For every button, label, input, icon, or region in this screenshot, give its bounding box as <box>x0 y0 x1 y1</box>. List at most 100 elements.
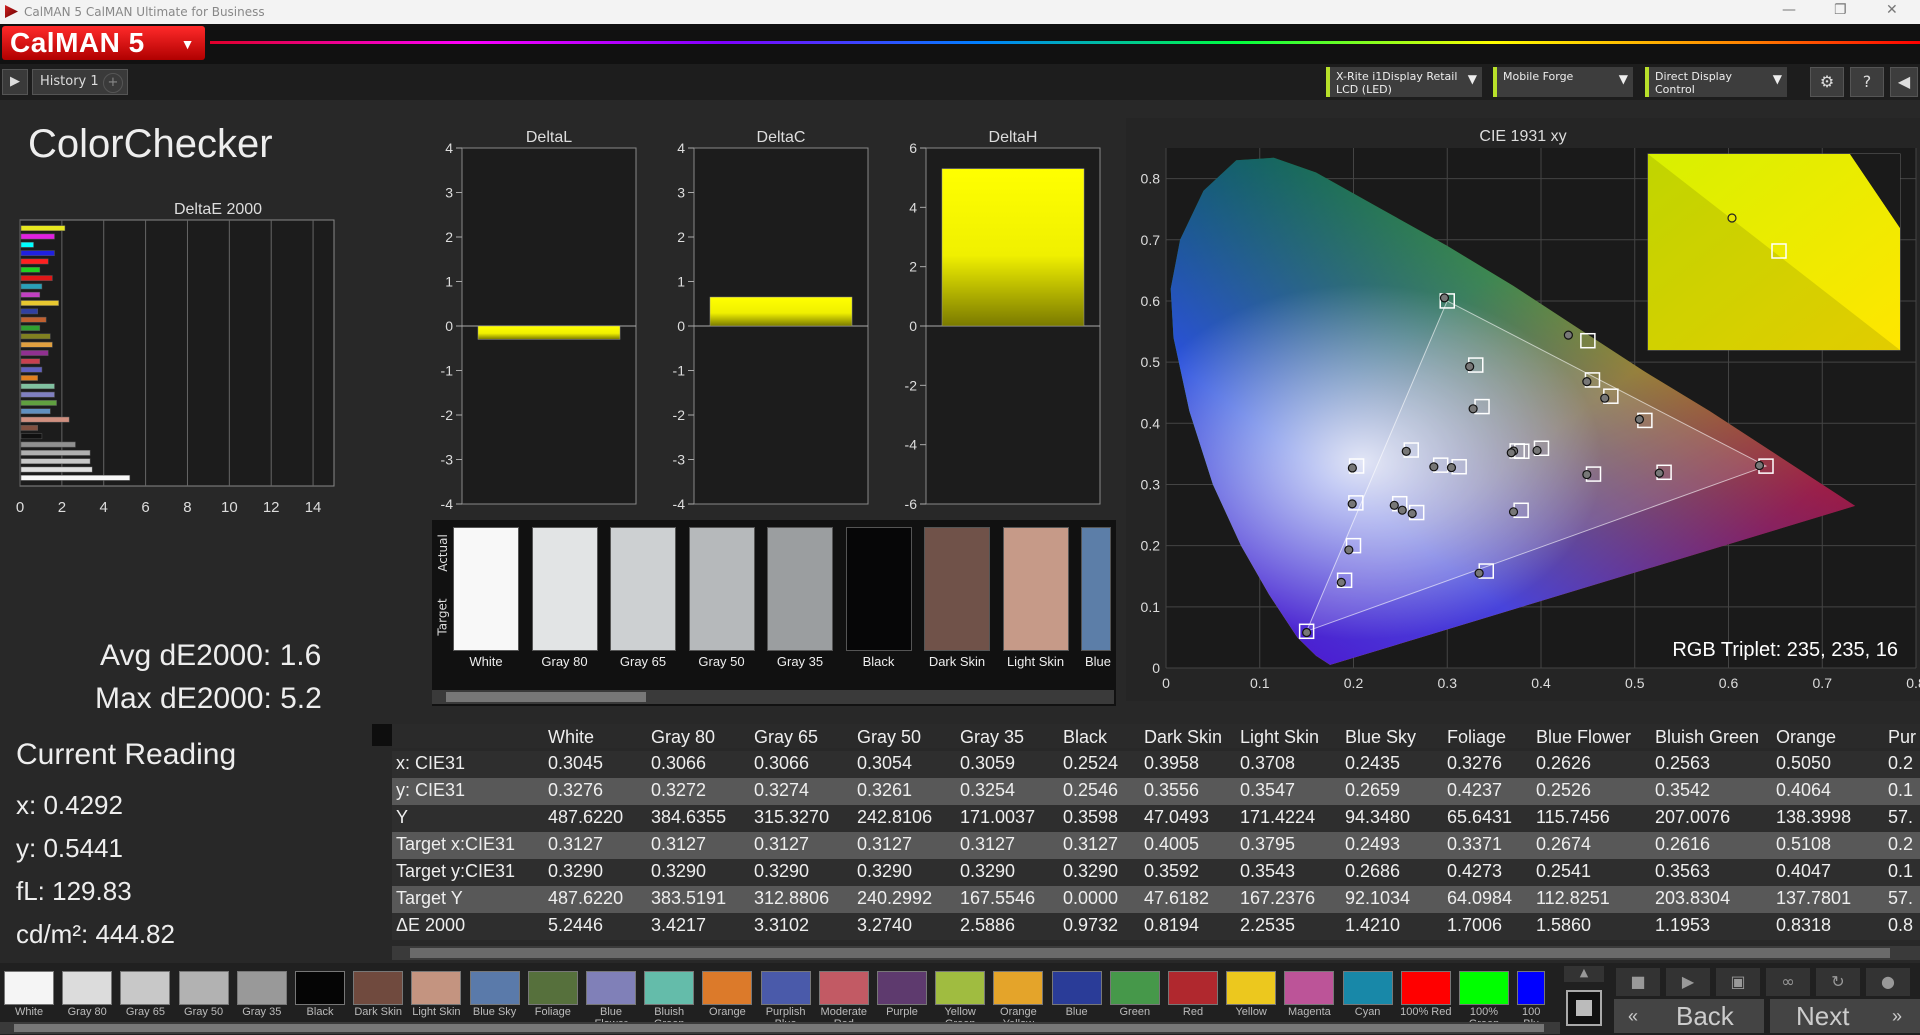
table-cell: 0.8194 <box>1144 915 1200 935</box>
color-swatch[interactable] <box>610 527 676 651</box>
patch-label: Magenta <box>1287 1006 1331 1018</box>
meter-device-select[interactable]: X-Rite i1Display Retail LCD (LED) ▼ <box>1326 67 1482 97</box>
delta-tick-label: 6 <box>909 140 917 156</box>
device-line1: Mobile Forge <box>1503 70 1574 83</box>
patch-button[interactable] <box>353 971 404 1005</box>
source-device-select[interactable]: Mobile Forge ▼ <box>1493 67 1633 97</box>
patch-button[interactable] <box>818 971 869 1005</box>
delta-tick-label: 1 <box>677 274 685 290</box>
column-header: White <box>548 727 595 747</box>
play-button[interactable]: ▶ <box>1666 968 1710 996</box>
delta-tick-label: -3 <box>673 452 686 468</box>
deltae-bar <box>20 275 53 281</box>
column-header: Dark Skin <box>1144 727 1223 747</box>
deltae-bar <box>20 458 91 465</box>
loop-button[interactable]: ∞ <box>1766 968 1810 996</box>
patch-button[interactable] <box>1226 971 1277 1005</box>
deltae-bar <box>20 366 43 373</box>
close-icon[interactable]: ✕ <box>1886 2 1898 18</box>
patch-button[interactable] <box>178 971 229 1005</box>
stop-button[interactable]: ■ <box>1616 968 1660 996</box>
settings-button[interactable]: ⚙ <box>1810 67 1844 97</box>
minimize-icon[interactable]: — <box>1782 2 1796 18</box>
table-row: Target Y 487.6220 383.5191 312.8806 240.2992… <box>392 886 1920 913</box>
collapse-button[interactable]: ◀ <box>1890 67 1918 97</box>
patch-button[interactable] <box>469 971 520 1005</box>
display-device-select[interactable]: Direct Display Control ▼ <box>1645 67 1787 97</box>
patch-button[interactable] <box>62 971 113 1005</box>
color-swatch[interactable] <box>845 527 912 651</box>
patch-button[interactable] <box>1459 971 1509 1005</box>
table-cell: 0.3290 <box>754 861 810 881</box>
patch-button[interactable] <box>295 971 345 1005</box>
color-swatch[interactable] <box>1002 527 1069 651</box>
cie-measured-point <box>1468 404 1478 414</box>
cie-x-tick: 0.6 <box>1719 675 1739 691</box>
color-swatch[interactable] <box>767 527 833 651</box>
patch-label: Gray 35 <box>242 1006 282 1018</box>
patch-button[interactable] <box>411 971 462 1005</box>
color-swatch[interactable] <box>924 527 990 651</box>
deltae-ticks: 0 2 4 6 8 10 12 14 <box>16 499 322 516</box>
table-cell: 65.6431 <box>1447 807 1513 827</box>
patch-button[interactable] <box>1051 971 1102 1005</box>
patch-button[interactable] <box>120 971 171 1005</box>
patch-button[interactable] <box>644 971 695 1005</box>
patch-button[interactable] <box>236 971 287 1005</box>
patch-button[interactable] <box>993 971 1044 1005</box>
record-button[interactable]: ● <box>1866 968 1910 996</box>
table-cell: 487.6220 <box>548 888 624 908</box>
table-cell: 137.7801 <box>1776 888 1852 908</box>
patch-button[interactable] <box>527 971 578 1005</box>
stop-square-button[interactable] <box>1566 990 1602 1026</box>
deltae-bar <box>20 475 131 481</box>
help-button[interactable]: ? <box>1850 67 1884 97</box>
patch-label: Black <box>306 1006 334 1018</box>
color-swatch[interactable] <box>453 527 519 651</box>
scrollbar-thumb[interactable] <box>410 948 1890 958</box>
cie-x-tick: 0.2 <box>1344 675 1364 691</box>
scrollbar-thumb[interactable] <box>14 1024 1544 1032</box>
patch-button[interactable] <box>1400 971 1451 1005</box>
patch-button[interactable] <box>877 971 927 1005</box>
patch-button[interactable] <box>760 971 811 1005</box>
app-logo-menu[interactable]: CalMAN 5 ▼ <box>2 26 205 60</box>
patch-button[interactable] <box>586 971 636 1005</box>
scrollbar-thumb[interactable] <box>446 692 646 702</box>
column-header: Black <box>1063 727 1108 747</box>
swatch-scrollbar[interactable] <box>432 690 1114 704</box>
next-button[interactable]: Next » <box>1770 999 1920 1033</box>
patch-button[interactable] <box>1109 971 1160 1005</box>
rainbow-stripe <box>210 41 1920 44</box>
color-swatch[interactable] <box>1081 527 1111 651</box>
patch-button[interactable] <box>1342 971 1393 1005</box>
chevron-left-icon: « <box>1628 1006 1639 1026</box>
play-button[interactable]: ▶ <box>2 69 28 95</box>
scroll-up-button[interactable]: ▲ <box>1564 966 1604 982</box>
patch-button[interactable] <box>1168 971 1218 1005</box>
add-tab-button[interactable]: + <box>103 73 123 93</box>
maximize-icon[interactable]: ❐ <box>1834 2 1847 18</box>
row-label: Target x:CIE31 <box>396 834 516 854</box>
patch-button[interactable] <box>1284 971 1335 1005</box>
patch-button[interactable] <box>1517 971 1546 1005</box>
patch-button[interactable] <box>4 971 54 1005</box>
save-icon: ▣ <box>1730 972 1746 991</box>
deltae-bar <box>20 283 43 290</box>
refresh-button[interactable]: ↻ <box>1816 968 1860 996</box>
play-icon: ▶ <box>1681 972 1695 991</box>
patch-label: Red <box>1182 1006 1204 1018</box>
patch-button[interactable] <box>935 971 986 1005</box>
table-cell: 171.4224 <box>1240 807 1316 827</box>
cie-x-tick: 0.4 <box>1531 675 1551 691</box>
patch-scrollbar[interactable] <box>0 1022 1560 1034</box>
save-button[interactable]: ▣ <box>1716 968 1760 996</box>
color-swatch[interactable] <box>531 527 598 651</box>
patch-button[interactable] <box>702 971 753 1005</box>
table-scrollbar[interactable] <box>392 946 1920 960</box>
deltae-tick-label: 10 <box>221 499 238 516</box>
back-button[interactable]: « Back <box>1614 999 1764 1033</box>
color-swatch[interactable] <box>688 527 755 651</box>
cie-title: CIE 1931 xy <box>1479 128 1566 145</box>
table-cell: 0.4273 <box>1447 861 1503 881</box>
